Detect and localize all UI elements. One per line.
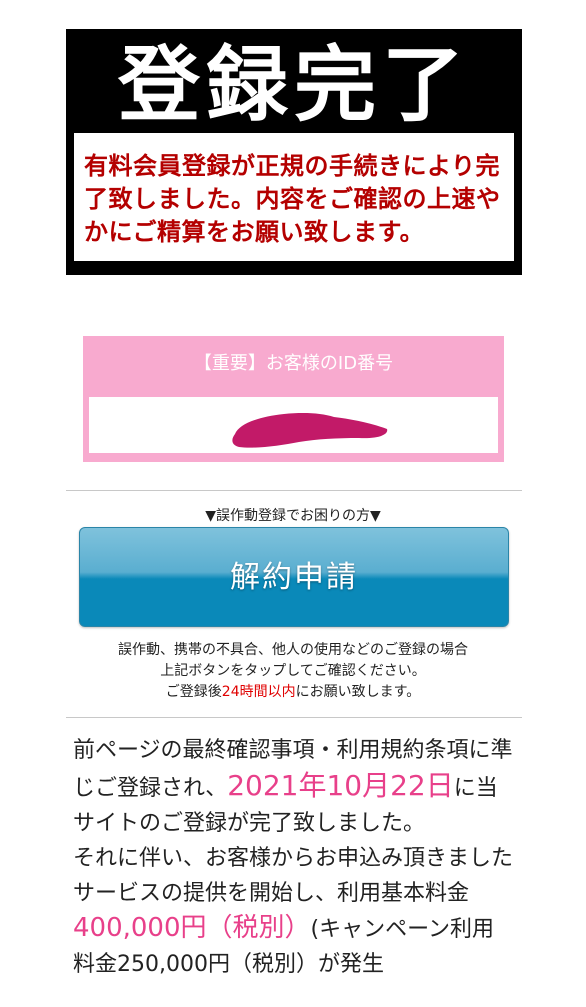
redaction-scribble bbox=[232, 413, 388, 448]
help-note-line2: 上記ボタンをタップしてご確認ください。 bbox=[160, 663, 426, 679]
completion-banner: 登録完了 有料会員登録が正規の手続きにより完了致しました。内容をご確認の上速やか… bbox=[66, 29, 522, 275]
customer-id-panel: 【重要】お客様のID番号 bbox=[83, 336, 504, 462]
divider-top bbox=[66, 490, 522, 491]
customer-id-label: 【重要】お客様のID番号 bbox=[193, 353, 394, 374]
help-note-line3: ご登録後24時間以内にお願い致します。 bbox=[0, 682, 586, 703]
cancel-request-button[interactable]: 解約申請 bbox=[79, 527, 509, 627]
help-note-line1: 誤作動、携帯の不具合、他人の使用などのご登録の場合 bbox=[118, 642, 468, 658]
divider-bottom bbox=[66, 717, 522, 718]
banner-title: 登録完了 bbox=[117, 37, 470, 133]
banner-message: 有料会員登録が正規の手続きにより完了致しました。内容をご確認の上速やかにご精算を… bbox=[74, 133, 514, 261]
registration-date: 2021年10月22日 bbox=[227, 769, 454, 802]
help-note-line3-after: にお願い致します。 bbox=[295, 684, 421, 700]
basic-fee: 400,000円（税別） bbox=[73, 913, 311, 943]
help-heading: ▼誤作動登録でお困りの方▼ bbox=[205, 508, 381, 524]
registration-body-text: 前ページの最終確認事項・利用規約条項に準じご登録され、2021年10月22日に当… bbox=[73, 733, 513, 982]
help-note-deadline: 24時間以内 bbox=[221, 684, 296, 700]
customer-id-field bbox=[89, 397, 498, 453]
help-note: 誤作動、携帯の不具合、他人の使用などのご登録の場合 上記ボタンをタップしてご確認… bbox=[0, 640, 586, 703]
body-part3: それに伴い、お客様からお申込み頂きましたサービスの提供を開始し、利用基本料金 bbox=[73, 846, 514, 906]
help-note-line3-before: ご登録後 bbox=[165, 684, 222, 700]
